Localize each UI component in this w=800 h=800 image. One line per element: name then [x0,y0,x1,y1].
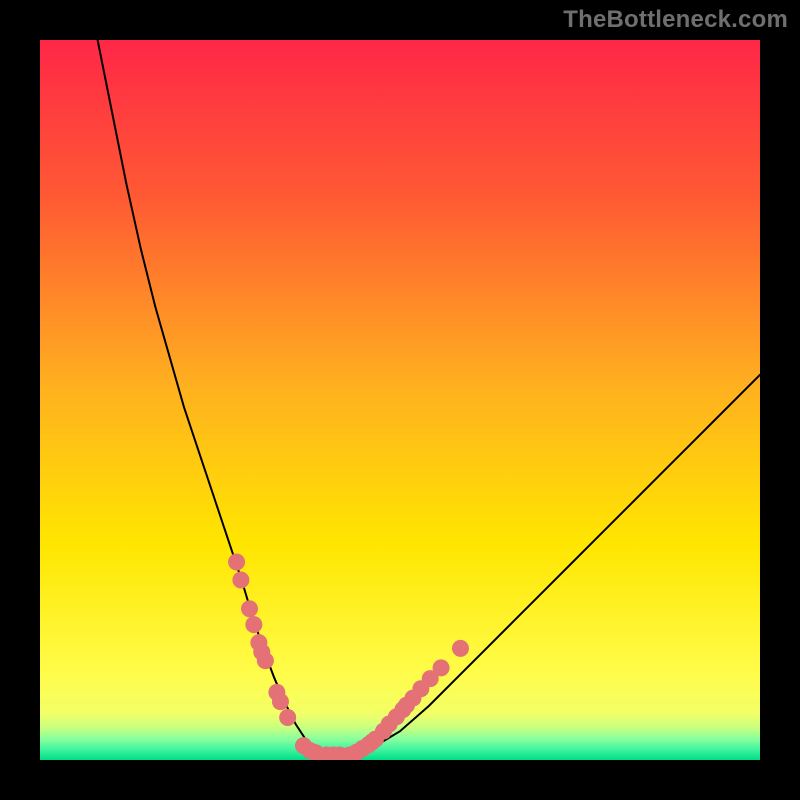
data-dot [257,652,274,669]
watermark-text: TheBottleneck.com [563,6,788,34]
data-dot [228,554,245,571]
chart-frame: TheBottleneck.com [0,0,800,800]
data-dot [241,600,258,617]
data-dot [433,659,450,676]
data-dot [245,616,262,633]
data-dot [279,709,296,726]
data-dot [232,572,249,589]
gradient-bg [40,40,760,760]
data-dot [452,640,469,657]
data-dot [272,693,289,710]
bottleneck-chart [40,40,760,760]
